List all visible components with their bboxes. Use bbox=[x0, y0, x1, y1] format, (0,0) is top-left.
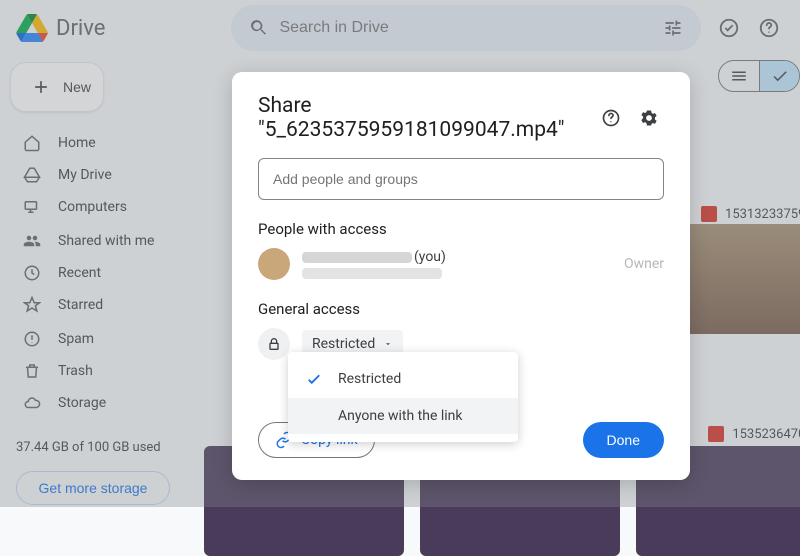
access-dropdown-menu: Restricted Anyone with the link bbox=[288, 352, 518, 442]
dropdown-option-label: Anyone with the link bbox=[338, 408, 463, 424]
check-icon bbox=[304, 370, 324, 388]
people-section-label: People with access bbox=[258, 220, 664, 238]
person-name-redacted bbox=[302, 252, 412, 263]
dropdown-option-anyone[interactable]: Anyone with the link bbox=[288, 398, 518, 434]
gear-icon[interactable] bbox=[634, 103, 664, 133]
general-section-label: General access bbox=[258, 300, 664, 318]
lock-icon bbox=[258, 328, 290, 360]
role-label: Owner bbox=[624, 256, 664, 272]
chevron-down-icon bbox=[383, 339, 393, 349]
dropdown-option-restricted[interactable]: Restricted bbox=[288, 360, 518, 398]
person-email-redacted bbox=[302, 268, 442, 279]
dropdown-option-label: Restricted bbox=[338, 371, 401, 387]
done-button[interactable]: Done bbox=[583, 422, 664, 458]
help-icon[interactable] bbox=[596, 103, 626, 133]
person-row: (you) Owner bbox=[258, 248, 664, 280]
add-people-input[interactable] bbox=[258, 158, 664, 200]
you-suffix: (you) bbox=[414, 249, 446, 265]
access-value: Restricted bbox=[312, 336, 375, 352]
avatar bbox=[258, 248, 290, 280]
dialog-title: Share "5_6235375959181099047.mp4" bbox=[258, 94, 588, 142]
